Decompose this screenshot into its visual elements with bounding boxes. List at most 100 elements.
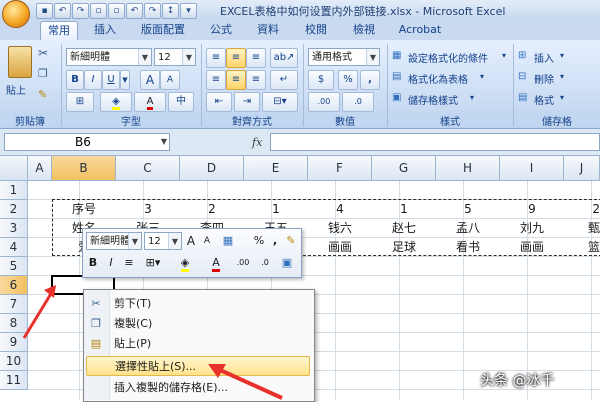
mini-decrease-decimal-button[interactable]: .0 — [256, 254, 274, 272]
print-icon[interactable]: ▫ — [90, 3, 107, 19]
tab-home[interactable]: 常用 — [40, 21, 78, 41]
column-header-j[interactable]: J — [564, 156, 600, 181]
currency-button[interactable]: $ — [308, 70, 334, 90]
font-name-combo[interactable]: 新細明體 ▼ — [66, 48, 152, 66]
increase-indent-button[interactable]: ⇥ — [234, 92, 260, 112]
align-left-button[interactable]: ≡ — [206, 70, 226, 90]
mini-format-painter-icon[interactable]: ✎ — [284, 232, 298, 250]
orientation-button[interactable]: ab↗ — [270, 48, 298, 68]
conditional-formatting-button[interactable]: ▦ 設定格式化的條件 ▾ — [392, 48, 510, 66]
number-format-combo[interactable]: 通用格式 ▼ — [308, 48, 380, 66]
mini-percent-button[interactable]: % — [252, 232, 266, 250]
phonetic-button[interactable]: 中 — [168, 92, 194, 112]
name-box[interactable]: B6 ▼ — [4, 133, 170, 151]
insert-function-icon[interactable]: fx — [252, 136, 262, 149]
decrease-indent-button[interactable]: ⇤ — [206, 92, 232, 112]
copy-icon[interactable]: ❐ — [38, 67, 48, 80]
menu-item-paste[interactable]: 貼上(P) — [110, 334, 314, 354]
tab-data[interactable]: 資料 — [248, 21, 288, 39]
bold-button[interactable]: B — [66, 70, 84, 90]
menu-item-copy[interactable]: 複製(C) — [110, 314, 314, 334]
percent-button[interactable]: % — [338, 70, 358, 90]
mini-size-combo[interactable]: 12 ▼ — [144, 232, 182, 250]
align-middle-button[interactable]: ≡ — [226, 48, 246, 68]
align-top-button[interactable]: ≡ — [206, 48, 226, 68]
delete-cells-button[interactable]: ⊟ 刪除 ▾ — [518, 69, 590, 87]
cell-styles-button[interactable]: ▣ 儲存格樣式 ▾ — [392, 90, 510, 108]
fill-color-button[interactable]: ◈ — [100, 92, 132, 112]
row-header[interactable]: 9 — [0, 333, 28, 352]
format-painter-icon[interactable]: ✎ — [38, 88, 47, 101]
row-header[interactable]: 5 — [0, 257, 28, 276]
row-header[interactable]: 3 — [0, 219, 28, 238]
increase-decimal-button[interactable]: .00 — [308, 92, 340, 112]
format-as-table-button[interactable]: ▤ 格式化為表格 ▾ — [392, 69, 510, 87]
underline-button[interactable]: U — [102, 70, 120, 90]
column-header-f[interactable]: F — [308, 156, 372, 181]
row-header[interactable]: 11 — [0, 371, 28, 390]
mini-grow-font-button[interactable]: A — [184, 232, 198, 250]
column-header-c[interactable]: C — [116, 156, 180, 181]
row-header[interactable]: 6 — [0, 276, 28, 295]
chevron-down-icon[interactable]: ▼ — [128, 233, 141, 249]
preview-icon[interactable]: ▫ — [108, 3, 125, 19]
tab-formulas[interactable]: 公式 — [202, 21, 240, 39]
column-header-i[interactable]: I — [500, 156, 564, 181]
row-header[interactable]: 4 — [0, 238, 28, 257]
comma-button[interactable]: , — [360, 70, 380, 90]
office-button[interactable] — [2, 0, 30, 28]
row-header[interactable]: 2 — [0, 200, 28, 219]
formula-input[interactable] — [270, 133, 600, 151]
mini-font-color-button[interactable]: A — [204, 254, 228, 272]
format-cells-button[interactable]: ▤ 格式 ▾ — [518, 90, 590, 108]
shrink-font-button[interactable]: A — [160, 70, 180, 90]
save-icon[interactable]: ▪ — [36, 3, 53, 19]
align-bottom-button[interactable]: ≡ — [246, 48, 266, 68]
tab-acrobat[interactable]: Acrobat — [392, 21, 448, 39]
column-header-a[interactable]: A — [28, 156, 52, 181]
column-header-h[interactable]: H — [436, 156, 500, 181]
borders-button[interactable]: ⊞ — [66, 92, 94, 112]
redo-icon[interactable]: ↷ — [72, 3, 89, 19]
mini-comma-button[interactable]: , — [270, 232, 280, 250]
mini-font-combo[interactable]: 新細明體 ▼ — [86, 232, 142, 250]
row-header[interactable]: 7 — [0, 295, 28, 314]
grow-font-button[interactable]: A — [140, 70, 160, 90]
tab-insert[interactable]: 插入 — [86, 21, 124, 39]
mini-bold-button[interactable]: B — [86, 254, 100, 272]
mini-shrink-font-button[interactable]: A — [200, 232, 214, 250]
mini-fill-color-button[interactable]: ◈ — [172, 254, 198, 272]
row-header[interactable]: 8 — [0, 314, 28, 333]
font-size-combo[interactable]: 12 ▼ — [154, 48, 196, 66]
mini-merge-button[interactable]: ▣ — [278, 254, 296, 272]
tab-review[interactable]: 校閱 — [296, 21, 336, 39]
customize-qat-icon[interactable]: ▾ — [180, 3, 197, 19]
column-header-e[interactable]: E — [244, 156, 308, 181]
mini-currency-button[interactable]: ▦ — [218, 232, 238, 250]
chevron-down-icon[interactable]: ▼ — [161, 134, 167, 150]
redo-icon[interactable]: ↷ — [144, 3, 161, 19]
mini-italic-button[interactable]: I — [104, 254, 118, 272]
mini-align-button[interactable]: ≡ — [122, 254, 136, 272]
cut-icon[interactable]: ✂ — [38, 46, 48, 60]
row-header[interactable]: 10 — [0, 352, 28, 371]
wrap-text-button[interactable]: ↵ — [270, 70, 298, 90]
tab-view[interactable]: 檢視 — [344, 21, 384, 39]
mini-increase-decimal-button[interactable]: .00 — [234, 254, 252, 272]
chevron-down-icon[interactable]: ▼ — [366, 49, 379, 65]
select-all-corner[interactable] — [0, 156, 28, 181]
row-header[interactable]: 1 — [0, 181, 28, 200]
tab-page-layout[interactable]: 版面配置 — [132, 21, 194, 39]
column-header-b[interactable]: B — [52, 156, 116, 181]
menu-item-insert-copied-cells[interactable]: 插入複製的儲存格(E)... — [110, 378, 314, 398]
column-header-g[interactable]: G — [372, 156, 436, 181]
undo-icon[interactable]: ↶ — [54, 3, 71, 19]
chevron-down-icon[interactable]: ▼ — [120, 70, 130, 90]
align-right-button[interactable]: ≡ — [246, 70, 266, 90]
chevron-down-icon[interactable]: ▼ — [168, 233, 181, 249]
menu-item-cut[interactable]: 剪下(T) — [110, 294, 314, 314]
font-color-button[interactable]: A — [134, 92, 166, 112]
mini-borders-button[interactable]: ⊞▾ — [142, 254, 164, 272]
decrease-decimal-button[interactable]: .0 — [342, 92, 374, 112]
align-center-button[interactable]: ≡ — [226, 70, 246, 90]
